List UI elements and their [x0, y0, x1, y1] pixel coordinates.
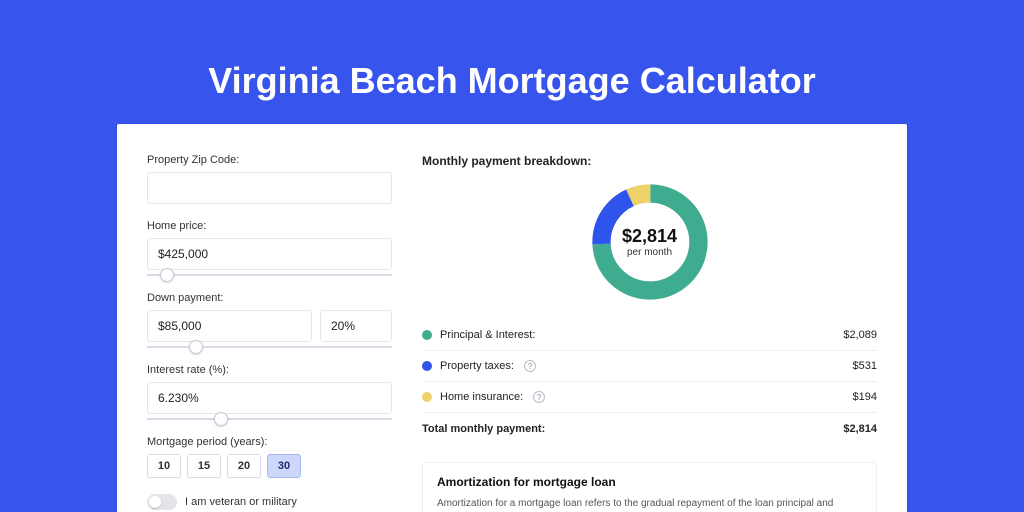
period-button-30[interactable]: 30: [267, 454, 301, 478]
veteran-label: I am veteran or military: [185, 496, 297, 508]
amortization-text: Amortization for a mortgage loan refers …: [437, 497, 862, 512]
period-options: 10152030: [147, 454, 392, 478]
veteran-row: I am veteran or military: [147, 494, 392, 510]
interest-rate-slider-thumb[interactable]: [214, 412, 228, 426]
donut-center-amount: $2,814: [622, 226, 677, 247]
down-payment-slider-thumb[interactable]: [189, 340, 203, 354]
breakdown-list: Principal & Interest: $2,089 Property taxe…: [422, 320, 877, 413]
breakdown-label: Home insurance:: [440, 391, 523, 403]
veteran-toggle[interactable]: [147, 494, 177, 510]
breakdown-title: Monthly payment breakdown:: [422, 154, 877, 168]
legend-dot: [422, 392, 432, 402]
total-label: Total monthly payment:: [422, 423, 545, 435]
down-payment-group: Down payment:: [147, 292, 392, 348]
zip-group: Property Zip Code:: [147, 154, 392, 204]
veteran-toggle-handle: [149, 496, 161, 508]
inputs-panel: Property Zip Code: Home price: Down paym…: [147, 154, 392, 512]
donut-center-period: per month: [627, 247, 672, 258]
breakdown-value: $194: [853, 391, 877, 403]
period-button-20[interactable]: 20: [227, 454, 261, 478]
home-price-slider[interactable]: [147, 274, 392, 276]
info-icon[interactable]: ?: [524, 360, 536, 372]
interest-rate-input[interactable]: [147, 382, 392, 414]
page-title: Virginia Beach Mortgage Calculator: [0, 0, 1024, 102]
period-button-10[interactable]: 10: [147, 454, 181, 478]
breakdown-label: Principal & Interest:: [440, 329, 535, 341]
home-price-group: Home price:: [147, 220, 392, 276]
home-price-input[interactable]: [147, 238, 392, 270]
breakdown-row: Property taxes:? $531: [422, 351, 877, 382]
down-payment-percent-input[interactable]: [320, 310, 392, 342]
period-button-15[interactable]: 15: [187, 454, 221, 478]
breakdown-row: Home insurance:? $194: [422, 382, 877, 413]
breakdown-value: $2,089: [843, 329, 877, 341]
breakdown-donut-chart: $2,814 per month: [586, 178, 714, 306]
breakdown-row: Principal & Interest: $2,089: [422, 320, 877, 351]
down-payment-label: Down payment:: [147, 292, 392, 304]
legend-dot: [422, 361, 432, 371]
amortization-card: Amortization for mortgage loan Amortizat…: [422, 462, 877, 512]
period-group: Mortgage period (years): 10152030: [147, 436, 392, 478]
total-row: Total monthly payment: $2,814: [422, 413, 877, 444]
calculator-card: Property Zip Code: Home price: Down paym…: [117, 124, 907, 512]
down-payment-amount-input[interactable]: [147, 310, 312, 342]
legend-dot: [422, 330, 432, 340]
home-price-label: Home price:: [147, 220, 392, 232]
interest-rate-group: Interest rate (%):: [147, 364, 392, 420]
zip-label: Property Zip Code:: [147, 154, 392, 166]
down-payment-slider[interactable]: [147, 346, 392, 348]
home-price-slider-thumb[interactable]: [160, 268, 174, 282]
breakdown-panel: Monthly payment breakdown: $2,814 per mo…: [422, 154, 877, 512]
interest-rate-label: Interest rate (%):: [147, 364, 392, 376]
interest-rate-slider[interactable]: [147, 418, 392, 420]
period-label: Mortgage period (years):: [147, 436, 392, 448]
breakdown-label: Property taxes:: [440, 360, 514, 372]
zip-input[interactable]: [147, 172, 392, 204]
amortization-title: Amortization for mortgage loan: [437, 475, 862, 489]
breakdown-value: $531: [853, 360, 877, 372]
info-icon[interactable]: ?: [533, 391, 545, 403]
total-value: $2,814: [843, 423, 877, 435]
